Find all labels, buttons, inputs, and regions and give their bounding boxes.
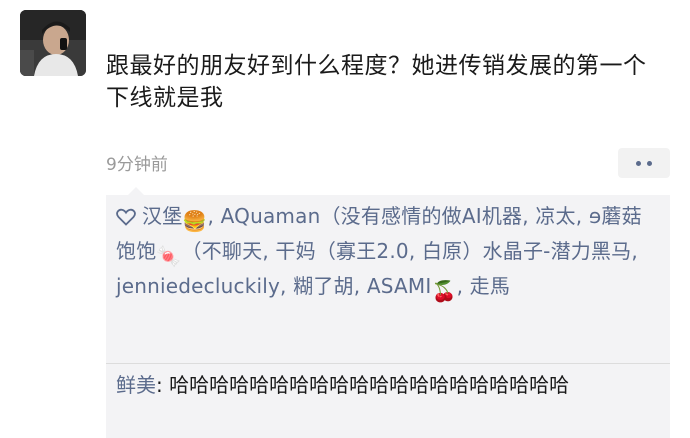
avatar[interactable] [20,10,86,76]
like-names-part1[interactable]: 汉堡 [142,204,182,228]
comment-author[interactable]: 鲜美 [116,373,156,397]
more-options-button[interactable] [618,148,670,178]
more-dot-icon [636,160,641,166]
cherry-icon: 🍒 [431,279,457,303]
comment-text: 哈哈哈哈哈哈哈哈哈哈哈哈哈哈哈哈哈哈哈哈 [169,373,570,397]
more-dot-icon [647,160,652,166]
comment-item[interactable]: 鲜美: 哈哈哈哈哈哈哈哈哈哈哈哈哈哈哈哈哈哈哈哈 [116,371,656,400]
divider [106,363,670,364]
post-timestamp: 9分钟前 [106,155,168,175]
heart-outline-icon [116,208,136,226]
like-names-part3[interactable]: （不聊天, 干妈（寡王2.0, 白原）水晶子-潜力黑马, jenniedeclu… [116,239,638,298]
box-pointer [128,187,144,195]
interaction-box: 汉堡🍔, AQuaman（没有感情的做AI机器, 凉太, ɘ蘑菇饱饱🍬（不聊天,… [106,195,670,438]
burger-icon: 🍔 [182,209,208,233]
comment-separator: : [156,373,170,397]
post-text: 跟最好的朋友好到什么程度？她进传销发展的第一个下线就是我 [106,53,647,111]
like-names-part4[interactable]: , 走馬 [457,274,511,298]
likes-list: 汉堡🍔, AQuaman（没有感情的做AI机器, 凉太, ɘ蘑菇饱饱🍬（不聊天,… [116,201,656,306]
avatar-photo [20,10,86,76]
candy-icon: 🍬 [156,244,182,268]
moment-post: 跟最好的朋友好到什么程度？她进传销发展的第一个下线就是我 9分钟前 汉堡🍔, A… [0,0,690,438]
